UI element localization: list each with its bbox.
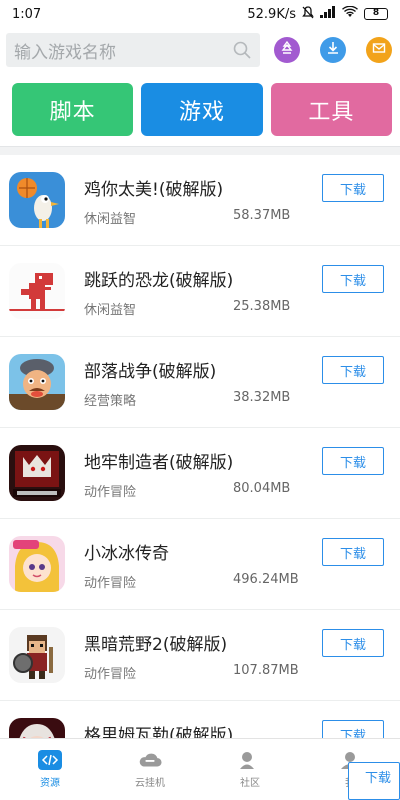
game-category: 动作冒险 bbox=[84, 576, 137, 591]
section-divider bbox=[0, 146, 400, 155]
category-script-button[interactable]: 脚本 bbox=[12, 83, 134, 136]
status-bar: 1:07 52.9K/s 8 bbox=[0, 0, 400, 28]
category-game-button[interactable]: 游戏 bbox=[141, 83, 263, 136]
status-indicators: 52.9K/s 8 bbox=[247, 5, 388, 23]
list-item[interactable]: 黑暗荒野2(破解版) 动作冒险 107.87MB 下载 bbox=[0, 610, 400, 701]
download-button[interactable]: 下载 bbox=[322, 174, 384, 202]
network-speed: 52.9K/s bbox=[247, 6, 296, 22]
game-size: 107.87MB bbox=[233, 663, 299, 678]
search-icon[interactable] bbox=[232, 40, 252, 60]
game-name: 小冰冰传奇 bbox=[84, 544, 169, 564]
game-icon bbox=[9, 536, 65, 592]
nav-item-cloud[interactable]: 云挂机 bbox=[100, 739, 200, 800]
search-row: 输入游戏名称 bbox=[6, 32, 396, 68]
game-icon bbox=[9, 172, 65, 228]
list-item[interactable]: 鸡你太美!(破解版) 休闲益智 58.37MB 下载 bbox=[0, 155, 400, 246]
game-name: 鸡你太美!(破解版) bbox=[84, 180, 224, 200]
status-time: 1:07 bbox=[12, 6, 42, 22]
game-list: 鸡你太美!(破解版) 休闲益智 58.37MB 下载 跳跃的恐龙(破解版) 休闲… bbox=[0, 155, 400, 738]
nav-label: 资源 bbox=[40, 778, 60, 789]
list-item[interactable]: 小冰冰传奇 动作冒险 496.24MB 下载 bbox=[0, 519, 400, 610]
mute-icon bbox=[302, 5, 314, 23]
search-placeholder: 输入游戏名称 bbox=[14, 42, 116, 63]
game-category: 休闲益智 bbox=[84, 303, 137, 318]
download-button[interactable]: 下载 bbox=[322, 447, 384, 475]
code-icon bbox=[38, 750, 62, 770]
game-size: 58.37MB bbox=[233, 208, 291, 223]
game-size: 80.04MB bbox=[233, 481, 291, 496]
battery-icon: 8 bbox=[364, 8, 388, 20]
nav-label: 云挂机 bbox=[135, 778, 165, 789]
search-input[interactable]: 输入游戏名称 bbox=[6, 33, 260, 67]
list-item[interactable]: 地牢制造者(破解版) 动作冒险 80.04MB 下载 bbox=[0, 428, 400, 519]
game-name: 黑暗荒野2(破解版) bbox=[84, 635, 228, 655]
download-button[interactable]: 下载 bbox=[322, 356, 384, 384]
app-screen: 1:07 52.9K/s 8 输入游戏名称 脚本 游戏 工具 鸡你太美!(破解版… bbox=[0, 0, 400, 800]
download-manager-button[interactable] bbox=[320, 37, 346, 63]
game-size: 496.24MB bbox=[233, 572, 299, 587]
game-category: 动作冒险 bbox=[84, 667, 137, 682]
game-category: 经营策略 bbox=[84, 394, 137, 409]
nav-label: 社区 bbox=[240, 778, 260, 789]
game-icon bbox=[9, 263, 65, 319]
game-icon bbox=[9, 718, 65, 738]
game-category: 休闲益智 bbox=[84, 212, 137, 227]
download-button[interactable]: 下载 bbox=[322, 629, 384, 657]
list-item[interactable]: 格里姆瓦勒(破解版) 下载 bbox=[0, 701, 400, 738]
game-name: 部落战争(破解版) bbox=[84, 362, 217, 382]
floating-download-button[interactable]: 下载 bbox=[348, 762, 400, 800]
mail-icon bbox=[371, 40, 387, 60]
game-size: 38.32MB bbox=[233, 390, 291, 405]
game-category: 动作冒险 bbox=[84, 485, 137, 500]
download-icon bbox=[325, 40, 341, 60]
tree-icon bbox=[279, 40, 295, 60]
list-item[interactable]: 部落战争(破解版) 经营策略 38.32MB 下载 bbox=[0, 337, 400, 428]
nav-item-community[interactable]: 社区 bbox=[200, 739, 300, 800]
game-name: 地牢制造者(破解版) bbox=[84, 453, 234, 473]
game-icon bbox=[9, 445, 65, 501]
category-tool-button[interactable]: 工具 bbox=[270, 83, 392, 136]
nav-item-resources[interactable]: 资源 bbox=[0, 739, 100, 800]
signal-icon bbox=[320, 6, 336, 22]
download-button[interactable]: 下载 bbox=[322, 265, 384, 293]
game-name: 跳跃的恐龙(破解版) bbox=[84, 271, 234, 291]
download-button[interactable]: 下载 bbox=[322, 538, 384, 566]
game-name: 格里姆瓦勒(破解版) bbox=[84, 726, 234, 738]
wifi-icon bbox=[342, 5, 358, 22]
category-tabs: 脚本 游戏 工具 bbox=[12, 83, 392, 136]
game-icon bbox=[9, 354, 65, 410]
community-icon bbox=[238, 750, 262, 770]
cloud-icon bbox=[138, 750, 162, 770]
ranking-button[interactable] bbox=[274, 37, 300, 63]
download-button[interactable]: 下载 bbox=[322, 720, 384, 738]
messages-button[interactable] bbox=[366, 37, 392, 63]
list-item[interactable]: 跳跃的恐龙(破解版) 休闲益智 25.38MB 下载 bbox=[0, 246, 400, 337]
game-size: 25.38MB bbox=[233, 299, 291, 314]
game-icon bbox=[9, 627, 65, 683]
bottom-nav: 资源 云挂机 社区 我 bbox=[0, 738, 400, 800]
